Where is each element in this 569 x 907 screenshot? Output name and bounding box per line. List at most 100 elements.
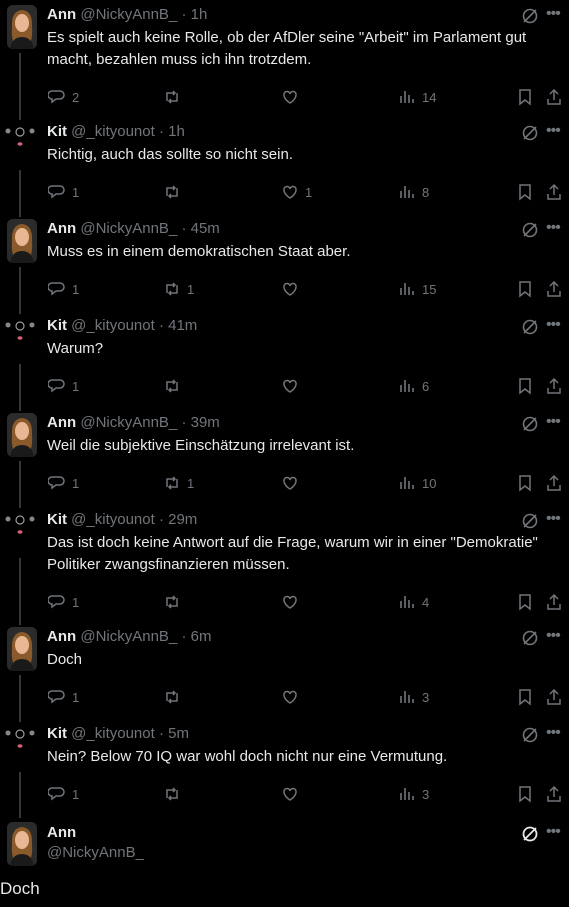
author-name[interactable]: Ann — [47, 414, 76, 431]
tweet-time[interactable]: · 6m — [181, 628, 211, 645]
retweet-button[interactable] — [163, 592, 187, 612]
share-button[interactable] — [545, 376, 563, 396]
views-button[interactable]: 8 — [398, 182, 429, 202]
grok-icon[interactable] — [521, 512, 539, 530]
reply-button[interactable]: 1 — [48, 473, 79, 493]
like-button[interactable] — [281, 87, 305, 107]
avatar[interactable] — [2, 510, 38, 554]
retweet-button[interactable] — [163, 784, 187, 804]
author-handle[interactable]: @NickyAnnB_ — [80, 6, 177, 23]
bookmark-button[interactable] — [516, 784, 534, 804]
avatar[interactable] — [2, 724, 38, 768]
share-button[interactable] — [545, 687, 563, 707]
author-handle[interactable]: @_kityounot — [71, 123, 155, 140]
author-name[interactable]: Ann — [47, 824, 76, 841]
author-name[interactable]: Ann — [47, 220, 76, 237]
avatar[interactable] — [7, 5, 37, 49]
bookmark-button[interactable] — [516, 592, 534, 612]
more-icon[interactable]: ••• — [546, 724, 564, 744]
tweet-time[interactable]: · 29m — [159, 511, 197, 528]
author-name[interactable]: Kit — [47, 123, 67, 140]
views-button[interactable]: 3 — [398, 687, 429, 707]
author-handle[interactable]: @_kityounot — [71, 511, 155, 528]
avatar[interactable] — [7, 219, 37, 263]
tweet-time[interactable]: · 1h — [181, 6, 207, 23]
retweet-button[interactable]: 1 — [163, 279, 194, 299]
tweet-time[interactable]: · 1h — [159, 123, 185, 140]
more-icon[interactable]: ••• — [546, 510, 564, 530]
share-button[interactable] — [545, 784, 563, 804]
more-icon[interactable]: ••• — [546, 122, 564, 142]
share-button[interactable] — [545, 592, 563, 612]
tweet-time[interactable]: · 39m — [181, 414, 219, 431]
retweet-button[interactable] — [163, 182, 187, 202]
reply-button[interactable]: 1 — [48, 592, 79, 612]
author-name[interactable]: Ann — [47, 6, 76, 23]
avatar[interactable] — [7, 822, 37, 866]
share-button[interactable] — [545, 182, 563, 202]
like-button[interactable] — [281, 279, 305, 299]
bookmark-button[interactable] — [516, 473, 534, 493]
tweet-time[interactable]: · 45m — [181, 220, 219, 237]
thread-tweet[interactable]: Ann @NickyAnnB_ · 1h ••• Es spielt auch ke… — [0, 5, 569, 120]
like-button[interactable] — [281, 376, 305, 396]
retweet-button[interactable] — [163, 376, 187, 396]
avatar[interactable] — [2, 316, 38, 360]
author-handle[interactable]: @NickyAnnB_ — [80, 220, 177, 237]
tweet-time[interactable]: · 41m — [159, 317, 197, 334]
grok-icon[interactable] — [521, 7, 539, 25]
reply-button[interactable]: 1 — [48, 376, 79, 396]
more-icon[interactable]: ••• — [546, 627, 564, 647]
avatar[interactable] — [7, 413, 37, 457]
author-handle[interactable]: @_kityounot — [71, 725, 155, 742]
retweet-button[interactable] — [163, 87, 187, 107]
views-button[interactable]: 6 — [398, 376, 429, 396]
more-icon[interactable]: ••• — [546, 413, 564, 433]
main-tweet[interactable]: Ann @NickyAnnB_ ••• — [0, 820, 569, 880]
author-name[interactable]: Kit — [47, 317, 67, 334]
author-handle[interactable]: @NickyAnnB_ — [80, 414, 177, 431]
bookmark-button[interactable] — [516, 687, 534, 707]
tweet-time[interactable]: · 5m — [159, 725, 189, 742]
grok-icon[interactable] — [521, 318, 539, 336]
like-button[interactable] — [281, 687, 305, 707]
grok-icon[interactable] — [521, 415, 539, 433]
like-button[interactable]: 1 — [281, 182, 312, 202]
bookmark-button[interactable] — [516, 376, 534, 396]
thread-tweet[interactable]: Ann @NickyAnnB_ · 6m ••• Doch 1 3 — [0, 627, 569, 722]
share-button[interactable] — [545, 87, 563, 107]
bookmark-button[interactable] — [516, 279, 534, 299]
thread-tweet[interactable]: Kit @_kityounot · 5m ••• Nein? Below 70 IQ… — [0, 724, 569, 818]
like-button[interactable] — [281, 473, 305, 493]
author-handle[interactable]: @NickyAnnB_ — [80, 628, 177, 645]
grok-icon[interactable] — [521, 629, 539, 647]
retweet-button[interactable]: 1 — [163, 473, 194, 493]
grok-icon[interactable] — [521, 825, 539, 843]
like-button[interactable] — [281, 784, 305, 804]
share-button[interactable] — [545, 279, 563, 299]
bookmark-button[interactable] — [516, 87, 534, 107]
grok-icon[interactable] — [521, 726, 539, 744]
views-button[interactable]: 3 — [398, 784, 429, 804]
author-name[interactable]: Kit — [47, 725, 67, 742]
author-name[interactable]: Kit — [47, 511, 67, 528]
views-button[interactable]: 15 — [398, 279, 436, 299]
thread-tweet[interactable]: Kit @_kityounot · 41m ••• Warum? 1 6 — [0, 316, 569, 411]
more-icon[interactable]: ••• — [546, 5, 564, 25]
avatar[interactable] — [7, 627, 37, 671]
views-button[interactable]: 10 — [398, 473, 436, 493]
reply-button[interactable]: 1 — [48, 279, 79, 299]
thread-tweet[interactable]: Ann @NickyAnnB_ · 39m ••• Weil die subjekt… — [0, 413, 569, 508]
more-icon[interactable]: ••• — [546, 316, 564, 336]
reply-button[interactable]: 2 — [48, 87, 79, 107]
author-handle[interactable]: @_kityounot — [71, 317, 155, 334]
retweet-button[interactable] — [163, 687, 187, 707]
bookmark-button[interactable] — [516, 182, 534, 202]
views-button[interactable]: 14 — [398, 87, 436, 107]
thread-tweet[interactable]: Kit @_kityounot · 1h ••• Richtig, auch das… — [0, 122, 569, 217]
like-button[interactable] — [281, 592, 305, 612]
views-button[interactable]: 4 — [398, 592, 429, 612]
more-icon[interactable]: ••• — [546, 823, 564, 843]
grok-icon[interactable] — [521, 221, 539, 239]
reply-button[interactable]: 1 — [48, 182, 79, 202]
